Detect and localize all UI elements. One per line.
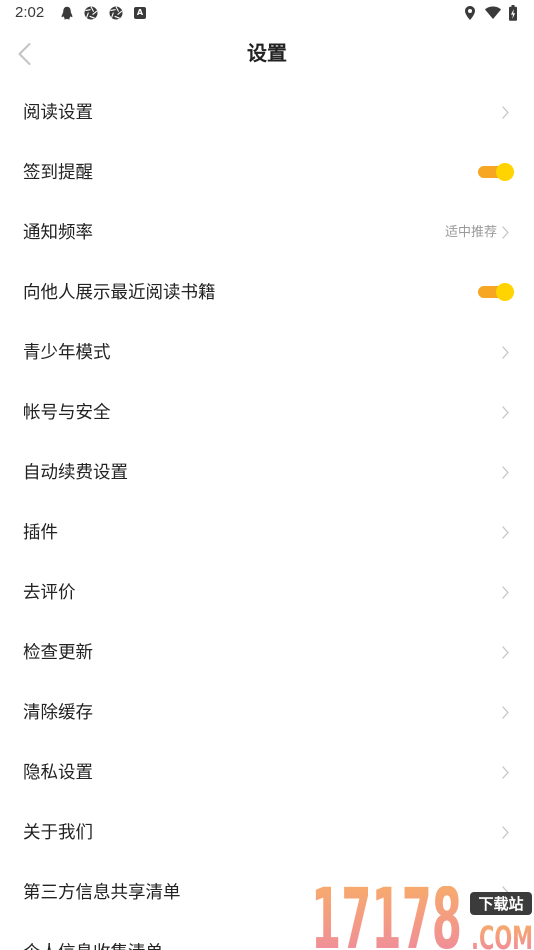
setting-label: 青少年模式 [23, 342, 111, 362]
app-header: 设置 [0, 26, 534, 82]
item-trailing [502, 622, 509, 682]
location-icon [465, 6, 475, 20]
watermark-number: 17178 [311, 886, 462, 950]
item-trailing [502, 742, 509, 802]
status-bar: 2:02 A [0, 0, 534, 26]
check-in-reminder-toggle[interactable] [477, 162, 515, 182]
setting-label: 去评价 [23, 582, 76, 602]
item-trailing [502, 82, 509, 142]
check-updates-item[interactable]: 检查更新 [0, 622, 534, 682]
setting-label: 清除缓存 [23, 702, 93, 722]
chevron-right-icon [502, 705, 509, 719]
setting-label: 插件 [23, 522, 58, 542]
show-recent-reading-item: 向他人展示最近阅读书籍 [0, 262, 534, 322]
notification-frequency-value: 适中推荐 [444, 224, 497, 239]
setting-label: 关于我们 [23, 822, 93, 842]
a-box-icon: A [134, 7, 146, 19]
page-title: 设置 [247, 43, 287, 65]
chevron-right-icon [502, 645, 509, 659]
check-in-reminder-item: 签到提醒 [0, 142, 534, 202]
notification-frequency-item[interactable]: 通知频率 适中推荐 [0, 202, 534, 262]
watermark-suffix: .COM [471, 919, 533, 950]
setting-label: 向他人展示最近阅读书籍 [23, 282, 216, 302]
item-trailing [502, 382, 509, 442]
setting-label: 签到提醒 [23, 162, 93, 182]
setting-label: 个人信息收集清单 [23, 940, 163, 950]
clear-cache-item[interactable]: 清除缓存 [0, 682, 534, 742]
aperture-icon [109, 6, 123, 20]
chevron-right-icon [502, 405, 509, 419]
setting-label: 通知频率 [23, 222, 93, 242]
reading-settings-item[interactable]: 阅读设置 [0, 82, 534, 142]
chevron-left-icon [18, 43, 31, 65]
toggle-thumb [496, 283, 514, 301]
show-recent-reading-toggle[interactable] [477, 282, 515, 302]
setting-label: 帐号与安全 [23, 402, 111, 422]
item-trailing [502, 802, 509, 862]
penguin-icon [60, 6, 74, 20]
chevron-right-icon [502, 105, 509, 119]
about-us-item[interactable]: 关于我们 [0, 802, 534, 862]
setting-label: 第三方信息共享清单 [23, 882, 181, 902]
item-trailing [502, 502, 509, 562]
toggle-thumb [496, 163, 514, 181]
item-trailing: 适中推荐 [445, 202, 509, 262]
aperture-icon [84, 6, 98, 20]
chevron-right-icon [502, 585, 509, 599]
wifi-icon [485, 6, 501, 19]
chevron-right-icon [502, 465, 509, 479]
item-trailing [502, 682, 509, 742]
item-trailing [502, 442, 509, 502]
item-trailing [502, 322, 509, 382]
setting-label: 隐私设置 [23, 762, 93, 782]
teen-mode-item[interactable]: 青少年模式 [0, 322, 534, 382]
account-security-item[interactable]: 帐号与安全 [0, 382, 534, 442]
chevron-right-icon [502, 765, 509, 779]
back-button[interactable] [7, 32, 42, 76]
chevron-right-icon [502, 345, 509, 359]
setting-label: 检查更新 [23, 642, 93, 662]
status-time: 2:02 [15, 4, 45, 21]
privacy-settings-item[interactable]: 隐私设置 [0, 742, 534, 802]
rate-app-item[interactable]: 去评价 [0, 562, 534, 622]
setting-label: 自动续费设置 [23, 462, 128, 482]
battery-charging-icon [509, 5, 517, 21]
settings-list: 阅读设置 签到提醒 通知频率 适中推荐 向他人展示最近阅读书籍 青少年模式 帐号… [0, 82, 534, 950]
watermark-badge: 下载站 [478, 895, 523, 913]
chevron-right-icon [502, 825, 509, 839]
settings-screen: 2:02 A 设置 阅读设置 签到提醒 通知频率 适中推荐 向他人展示最近阅读书… [0, 0, 534, 950]
plugins-item[interactable]: 插件 [0, 502, 534, 562]
item-trailing [502, 562, 509, 622]
chevron-right-icon [502, 225, 509, 239]
auto-renewal-settings-item[interactable]: 自动续费设置 [0, 442, 534, 502]
chevron-right-icon [502, 525, 509, 539]
setting-label: 阅读设置 [23, 102, 93, 122]
site-watermark: 17178 下载站 .COM [310, 886, 534, 950]
